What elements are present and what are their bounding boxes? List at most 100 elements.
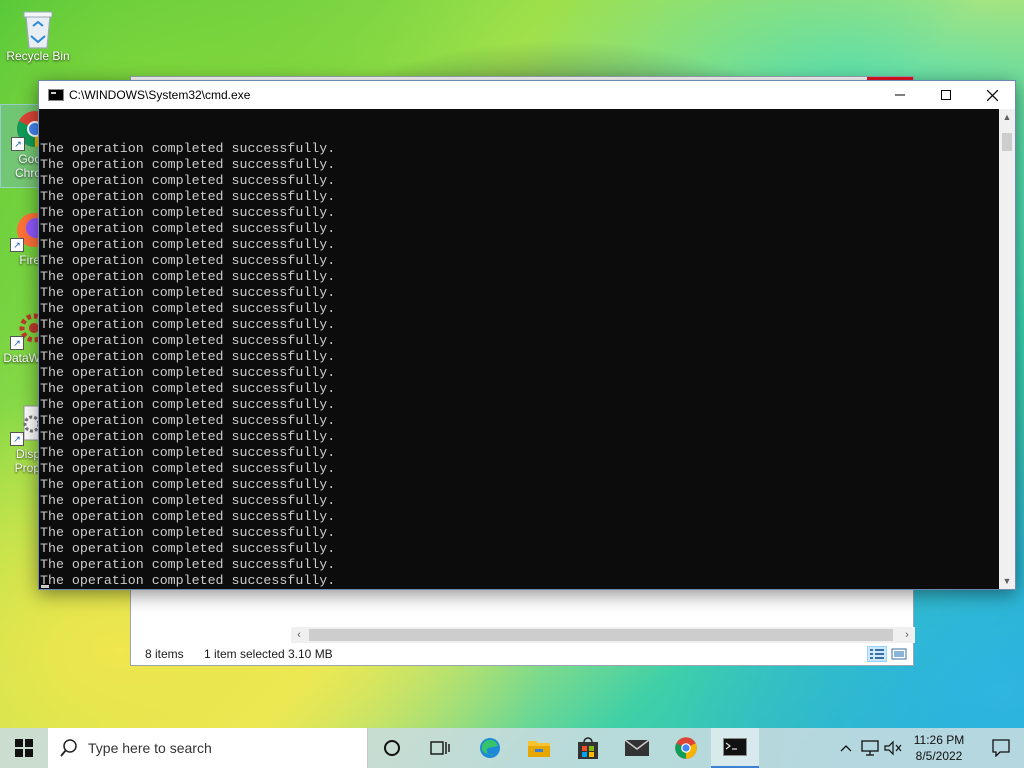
task-view-icon: [430, 741, 450, 755]
console-line: The operation completed successfully.: [40, 397, 336, 412]
cmd-window[interactable]: C:\WINDOWS\System32\cmd.exe The operatio…: [38, 80, 1016, 590]
console-line: The operation completed successfully.: [40, 525, 336, 540]
minimize-icon: [895, 94, 905, 96]
console-line: The operation completed successfully.: [40, 317, 336, 332]
console-line: The operation completed successfully.: [40, 381, 336, 396]
scroll-up-icon[interactable]: ▲: [999, 109, 1015, 125]
console-line: The operation completed successfully.: [40, 493, 336, 508]
desktop-icon-recycle-bin[interactable]: Recycle Bin: [0, 6, 76, 63]
shortcut-arrow-icon: ↗: [10, 432, 24, 446]
network-button[interactable]: [858, 728, 882, 768]
scrollbar-thumb[interactable]: [309, 629, 893, 641]
search-placeholder: Type here to search: [88, 740, 212, 756]
taskbar-clock[interactable]: 11:26 PM 8/5/2022: [900, 728, 978, 768]
console-line: The operation completed successfully.: [40, 253, 336, 268]
desktop-icon-google-chrome[interactable]: ↗ Goo Chro: [0, 104, 42, 188]
scroll-down-icon[interactable]: ▼: [999, 573, 1015, 589]
taskbar-cmd[interactable]: [711, 728, 759, 768]
shortcut-arrow-icon: ↗: [10, 238, 24, 252]
cortana-icon: [384, 740, 400, 756]
status-bar: 8 items 1 item selected 3.10 MB: [131, 643, 913, 665]
start-button[interactable]: [0, 728, 48, 768]
console-line: The operation completed successfully.: [40, 189, 336, 204]
maximize-button[interactable]: [923, 81, 969, 109]
task-view-button[interactable]: [416, 728, 464, 768]
console-line: The operation completed successfully.: [40, 541, 336, 556]
gear-icon: ↗: [10, 308, 40, 350]
console-line: The operation completed successfully.: [40, 237, 336, 252]
taskbar-store[interactable]: [564, 728, 612, 768]
close-icon: [986, 89, 998, 101]
notification-icon: [992, 739, 1010, 757]
cmd-icon: [723, 738, 747, 756]
taskbar-mail[interactable]: [613, 728, 661, 768]
taskbar-chrome[interactable]: [662, 728, 710, 768]
edge-icon: [480, 738, 500, 758]
scrollbar-thumb[interactable]: [1002, 133, 1012, 151]
console-line: The operation completed successfully.: [40, 333, 336, 348]
network-icon: [861, 740, 879, 756]
clock-date: 8/5/2022: [915, 749, 963, 763]
search-icon: [60, 739, 77, 757]
console-line: The operation completed successfully.: [40, 573, 336, 588]
cortana-button[interactable]: [368, 728, 416, 768]
console-line: The operation completed successfully.: [40, 349, 336, 364]
horizontal-scrollbar[interactable]: ‹ ›: [291, 627, 915, 643]
scroll-left-icon[interactable]: ‹: [291, 627, 307, 643]
clock-time: 11:26 PM: [913, 733, 965, 747]
show-hidden-icons-button[interactable]: [836, 728, 856, 768]
selection-count: 1 item selected: [204, 647, 285, 661]
desktop-icon-label: Goo Chro: [14, 152, 41, 180]
console-line: The operation completed successfully.: [40, 429, 336, 444]
console-line: The operation completed successfully.: [40, 461, 336, 476]
desktop-icon-firefox[interactable]: ↗ Fire: [0, 210, 40, 267]
console-line: The operation completed successfully.: [40, 269, 336, 284]
scroll-right-icon[interactable]: ›: [899, 627, 915, 643]
desktop-icon-label: Recycle Bin: [6, 49, 70, 63]
close-button[interactable]: [969, 81, 1015, 109]
console-line: The operation completed successfully.: [40, 477, 336, 492]
taskbar-file-explorer[interactable]: [515, 728, 563, 768]
taskbar: Type here to search 11:26 PM 8/5/2022: [0, 728, 1024, 768]
large-icons-view-icon: [891, 648, 907, 660]
console-line: The operation completed successfully.: [40, 221, 336, 236]
chrome-icon: [675, 737, 697, 759]
console-line: The operation completed successfully.: [40, 285, 336, 300]
desktop-icon-label: DataW: [3, 351, 40, 365]
console-line: The operation completed successfully.: [40, 413, 336, 428]
console-line: The operation completed successfully.: [40, 365, 336, 380]
desktop-icon-label: Disp Prop: [14, 447, 40, 475]
console-line: The operation completed successfully.: [40, 445, 336, 460]
desktop-icon-label: Fire: [19, 253, 40, 267]
shortcut-arrow-icon: ↗: [11, 137, 25, 151]
console-line: The operation completed successfully.: [40, 557, 336, 572]
windows-logo-icon: [15, 739, 33, 757]
large-icons-view-button[interactable]: [889, 646, 909, 662]
vertical-scrollbar[interactable]: ▲ ▼: [999, 109, 1015, 589]
minimize-button[interactable]: [877, 81, 923, 109]
firefox-icon: ↗: [10, 210, 40, 252]
details-view-icon: [870, 649, 884, 659]
console-line: The operation completed successfully.: [40, 157, 336, 172]
mail-icon: [624, 739, 650, 756]
shortcut-arrow-icon: ↗: [10, 336, 24, 350]
folder-icon: [528, 741, 550, 757]
text-cursor: [41, 585, 49, 588]
console-output[interactable]: The operation completed successfully. The…: [40, 109, 1000, 589]
desktop-icon-datawrapper[interactable]: ↗ DataW: [0, 308, 40, 365]
cmd-titlebar[interactable]: C:\WINDOWS\System32\cmd.exe: [39, 81, 1015, 109]
taskbar-edge[interactable]: [466, 728, 514, 768]
console-line: The operation completed successfully.: [40, 141, 336, 156]
recycle-bin-icon: [18, 6, 58, 49]
cmd-icon: [48, 89, 64, 101]
console-line: The operation completed successfully.: [40, 173, 336, 188]
console-line: The operation completed successfully.: [40, 509, 336, 524]
notifications-button[interactable]: [978, 728, 1024, 768]
desktop-icon-display-properties[interactable]: ↗ Disp Prop: [0, 404, 40, 475]
selection-size: 3.10 MB: [288, 647, 333, 661]
taskbar-search-box[interactable]: Type here to search: [48, 728, 368, 768]
item-count: 8 items: [145, 647, 184, 661]
console-line: The operation completed successfully.: [40, 301, 336, 316]
details-view-button[interactable]: [867, 646, 887, 662]
chevron-up-icon: [840, 745, 852, 752]
